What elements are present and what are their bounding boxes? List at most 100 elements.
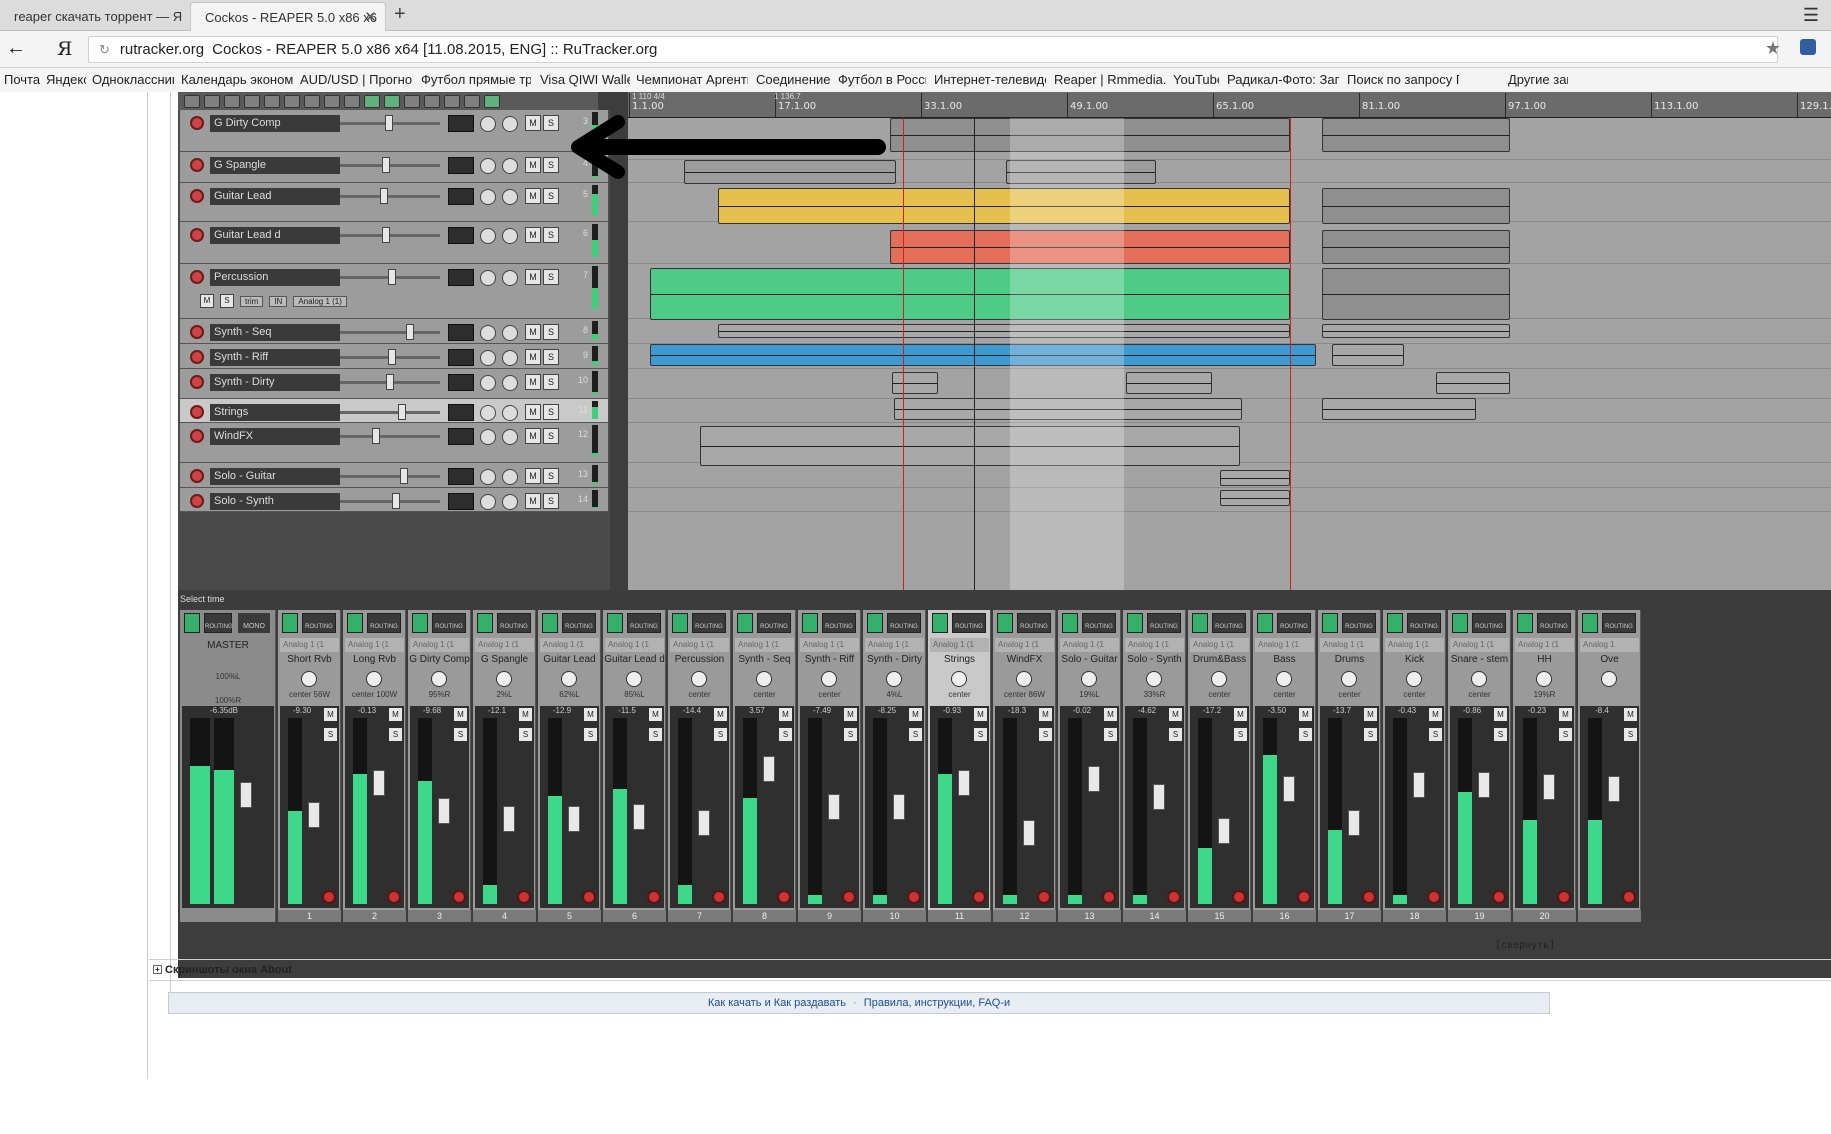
mute-button[interactable]: M (844, 708, 857, 721)
extension-icon[interactable] (1800, 39, 1816, 55)
volume-slider[interactable] (340, 475, 440, 478)
fx-button[interactable] (282, 613, 298, 633)
volume-fader[interactable] (763, 756, 775, 782)
volume-fader[interactable] (1283, 776, 1295, 802)
volume-fader[interactable] (1023, 820, 1035, 846)
pan-knob-icon[interactable] (502, 405, 518, 421)
pan-knob-icon[interactable] (502, 189, 518, 205)
mixer-strip[interactable]: ROUTING Analog 1 (1 Guitar Lead 62%L -12.9 M… (538, 610, 601, 922)
fx-button[interactable] (672, 613, 688, 633)
pan-knob-icon[interactable] (480, 116, 496, 132)
track-header[interactable]: WindFX M S 12 (180, 423, 608, 463)
pan-knob-icon[interactable] (1341, 671, 1357, 687)
input-select[interactable]: Analog 1 (1 (475, 638, 534, 652)
volume-slider[interactable] (340, 411, 440, 414)
mute-button[interactable]: M (525, 227, 541, 243)
mute-button[interactable]: M (1429, 708, 1442, 721)
record-arm-icon[interactable] (1362, 890, 1376, 904)
track-name[interactable]: G Dirty Comp (210, 115, 340, 132)
mute-button[interactable]: M (389, 708, 402, 721)
record-arm-icon[interactable] (452, 890, 466, 904)
collapse-link[interactable]: [свернуть] (1495, 940, 1555, 951)
fx-button[interactable] (412, 613, 428, 633)
track-header[interactable]: Synth - Dirty M S 10 (180, 369, 608, 399)
fx-routing-button[interactable] (448, 493, 474, 510)
pan-knob-icon[interactable] (480, 325, 496, 341)
trim-button[interactable]: trim (240, 295, 264, 307)
mute-button[interactable]: M (324, 708, 337, 721)
fx-button[interactable] (1257, 613, 1273, 633)
media-item[interactable] (700, 426, 1240, 466)
help-link-download[interactable]: Как качать и Как раздавать (708, 997, 846, 1009)
bookmark-item[interactable]: AUD/USD | Прогноз / (300, 72, 412, 87)
toolbar-button[interactable] (184, 94, 200, 108)
fx-routing-button[interactable] (448, 404, 474, 421)
volume-slider[interactable] (340, 435, 440, 438)
bookmark-item[interactable]: Поиск по запросу Го (1347, 72, 1459, 87)
mute-button[interactable]: M (909, 708, 922, 721)
media-item[interactable] (1322, 324, 1510, 338)
routing-button[interactable]: ROUTING (1017, 613, 1051, 633)
pan-knob-icon[interactable] (502, 116, 518, 132)
mute-button[interactable]: M (525, 324, 541, 340)
track-name[interactable]: Solo - Synth (210, 493, 340, 510)
volume-slider-handle[interactable] (388, 269, 396, 285)
input-select[interactable]: Analog 1 (1 (1385, 638, 1444, 652)
fx-routing-button[interactable] (448, 349, 474, 366)
reaper-screenshot[interactable]: 1.1.00 17.1.00 33.1.00 49.1.00 65.1.00 81.1.0… (178, 92, 1831, 978)
volume-fader[interactable] (568, 806, 580, 832)
pan-knob-icon[interactable] (502, 494, 518, 510)
mute-button[interactable]: M (714, 708, 727, 721)
pan-knob-icon[interactable] (366, 671, 382, 687)
mixer-strip[interactable]: ROUTING Analog 1 (1 HH 19%R -0.23 M S 20 (1513, 610, 1576, 922)
bookmark-item[interactable]: Reaper | Rmmedia.ru (1054, 72, 1166, 87)
toolbar-button[interactable] (464, 94, 480, 108)
bookmark-item[interactable]: Чемпионат Аргентин (636, 72, 748, 87)
fx-button[interactable] (1387, 613, 1403, 633)
mute-button[interactable]: M (525, 404, 541, 420)
volume-slider[interactable] (340, 331, 440, 334)
fx-button[interactable] (1192, 613, 1208, 633)
fx-routing-button[interactable] (448, 269, 474, 286)
input-select[interactable]: Analog 1 (1 (1450, 638, 1509, 652)
record-arm-icon[interactable] (190, 158, 204, 172)
mute-button[interactable]: M (200, 294, 214, 308)
fx-button[interactable] (1062, 613, 1078, 633)
solo-button[interactable]: S (649, 728, 662, 741)
mute-button[interactable]: M (525, 493, 541, 509)
solo-button[interactable]: S (543, 349, 559, 365)
volume-fader[interactable] (1218, 818, 1230, 844)
input-select[interactable]: Analog 1 (1 (605, 638, 664, 652)
input-select[interactable]: Analog 1 (1 (800, 638, 859, 652)
record-arm-icon[interactable] (190, 405, 204, 419)
fx-routing-button[interactable] (448, 324, 474, 341)
volume-fader[interactable] (633, 804, 645, 830)
routing-button[interactable]: ROUTING (367, 613, 401, 633)
mute-button[interactable]: M (1494, 708, 1507, 721)
toolbar-button[interactable] (324, 94, 340, 108)
volume-fader[interactable] (438, 798, 450, 824)
toolbar-button[interactable] (404, 94, 420, 108)
track-name[interactable]: Guitar Lead (210, 188, 340, 205)
solo-button[interactable]: S (324, 728, 337, 741)
record-arm-icon[interactable] (907, 890, 921, 904)
input-select[interactable]: Analog 1 (1 (930, 638, 989, 652)
bookmark-item[interactable]: Соединение... (756, 72, 830, 87)
pan-knob-icon[interactable] (626, 671, 642, 687)
routing-button[interactable]: ROUTING (1212, 613, 1246, 633)
input-select[interactable]: Analog 1 (1 (1125, 638, 1184, 652)
volume-slider[interactable] (340, 164, 440, 167)
volume-fader[interactable] (1608, 776, 1620, 802)
media-item[interactable] (1332, 344, 1404, 366)
help-link-rules[interactable]: Правила, инструкции, FAQ-и (864, 997, 1010, 1009)
toolbar-button[interactable] (264, 94, 280, 108)
toolbar-button[interactable] (384, 94, 400, 108)
volume-fader[interactable] (958, 770, 970, 796)
media-item[interactable] (650, 344, 1316, 366)
pan-knob-icon[interactable] (502, 158, 518, 174)
pan-knob-icon[interactable] (821, 671, 837, 687)
routing-button[interactable]: ROUTING (1277, 613, 1311, 633)
mute-button[interactable]: M (649, 708, 662, 721)
browser-tab-1[interactable]: reaper скачать торрент — Я (0, 2, 188, 31)
pan-knob-icon[interactable] (502, 375, 518, 391)
